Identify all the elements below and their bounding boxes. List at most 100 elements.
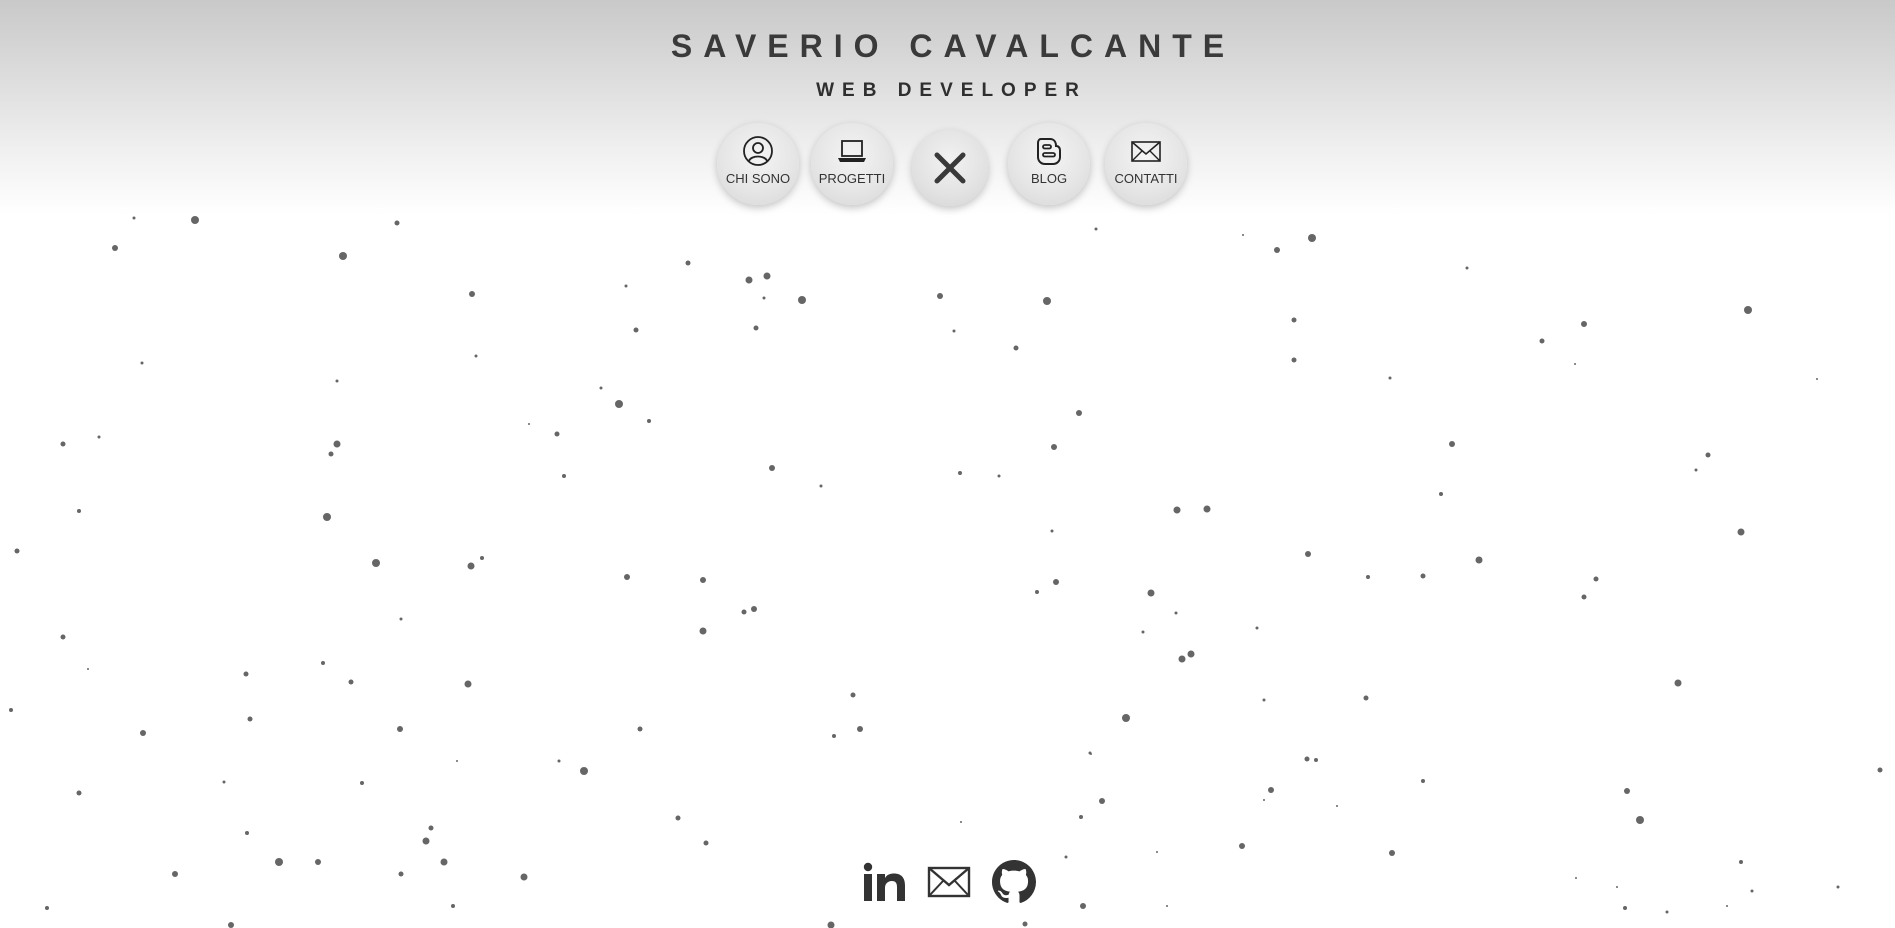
particle [798,296,806,304]
particle [1291,317,1297,323]
particle [315,859,321,865]
particle [751,606,757,612]
particle [474,354,478,358]
particle [1636,816,1644,824]
particle [1239,843,1245,849]
particle [321,661,325,665]
particle [745,276,753,284]
particle [77,509,81,513]
particle [87,668,89,670]
particle [360,781,364,785]
particle [456,760,458,762]
particle [624,574,630,580]
particle [397,726,403,732]
particle [1173,506,1181,514]
particle [14,548,20,554]
particle [335,379,339,383]
particle [60,441,66,447]
particle [1122,714,1130,722]
github-link[interactable] [991,860,1037,904]
particle [1156,851,1158,853]
particle [275,858,283,866]
particle [1623,906,1627,910]
particle [399,617,403,621]
particle [1581,321,1587,327]
particle [1694,468,1698,472]
particle [1674,679,1682,687]
particle [1363,695,1369,701]
particle [1147,589,1155,597]
particle [827,921,835,928]
particle [9,708,13,712]
particle [562,474,566,478]
particle [140,361,144,365]
email-link[interactable] [926,860,972,904]
particle [1624,788,1630,794]
particle [45,906,49,910]
particle [440,858,448,866]
particle [1035,590,1039,594]
particle [1203,505,1211,513]
particle [741,609,747,615]
particle [1539,338,1545,344]
particle [333,440,341,448]
particle [1079,815,1083,819]
particle [464,680,472,688]
particle [1268,787,1274,793]
particle [1665,910,1669,914]
particle [1420,573,1426,579]
particle [1726,905,1728,907]
particle [328,451,334,457]
laptop-icon [838,140,866,162]
nav-blog-button[interactable]: BLOG [1008,123,1090,205]
particle [1744,306,1752,314]
github-icon [992,860,1036,903]
envelope-icon [927,866,971,898]
particle [1816,378,1818,380]
nav-chi-sono-button[interactable]: CHI SONO [717,123,799,205]
particle [703,840,709,846]
particle [1389,850,1395,856]
particle [1449,441,1455,447]
particle [1050,529,1054,533]
particle [1750,889,1754,893]
particle [1291,357,1297,363]
particle [952,329,956,333]
particle [528,423,530,425]
particle [394,220,400,226]
particle [1421,779,1425,783]
particle [372,559,380,567]
particle [132,216,136,220]
particle [554,431,560,437]
particle [1304,756,1310,762]
particle [97,435,101,439]
particle [633,327,639,333]
particle [243,671,249,677]
particle [762,296,766,300]
particle [1877,767,1883,773]
particle [1099,798,1105,804]
particle [675,815,681,821]
particle [1053,579,1059,585]
nav-close-button[interactable] [912,130,988,206]
nav-contatti-button[interactable]: CONTATTI [1105,123,1187,205]
particle [422,837,430,845]
particle [469,291,475,297]
particle [997,474,1001,478]
particle [700,577,706,583]
particle [1263,799,1265,801]
particle [1314,758,1318,762]
particle [1574,363,1576,365]
nav-contatti-label: CONTATTI [1114,171,1178,186]
particle [1076,410,1082,416]
particle [1080,903,1086,909]
particle [1575,877,1577,879]
particle [451,904,455,908]
particle [615,400,623,408]
particle [339,252,347,260]
particle [1166,905,1168,907]
nav-progetti-button[interactable]: PROGETTI [811,123,893,205]
linkedin-link[interactable] [860,860,908,904]
particle [599,386,603,390]
particle [1022,921,1028,927]
